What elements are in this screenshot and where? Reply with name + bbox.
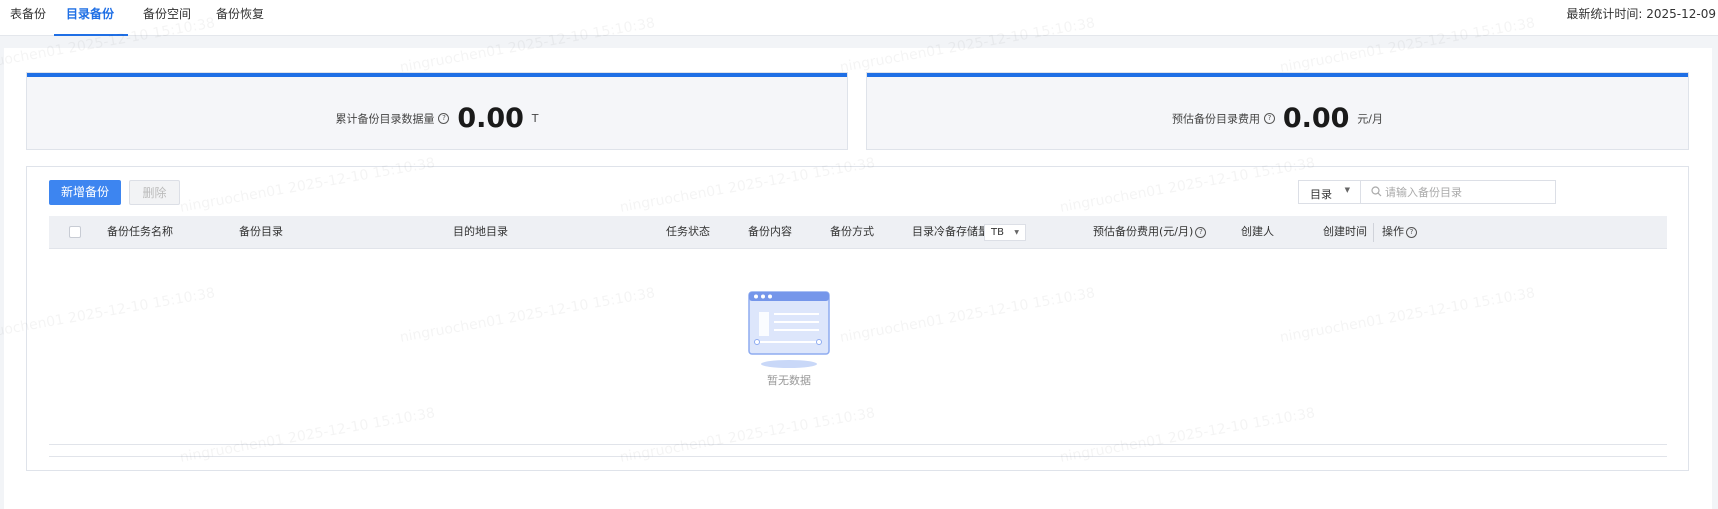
search-icon (1371, 186, 1382, 197)
backup-list-panel: 新增备份 删除 目录 ▼ 备份任务名称 备份目录 目的地目录 任务状态 备份内容… (26, 166, 1689, 471)
column-backup-dir: 备份目录 (239, 225, 283, 238)
table-header: 备份任务名称 备份目录 目的地目录 任务状态 备份内容 备份方式 目录冷备存储量… (49, 216, 1667, 249)
column-estimated-fee-label: 预估备份费用(元/月) (1093, 225, 1194, 238)
tab-backup-space[interactable]: 备份空间 (143, 0, 191, 36)
column-backup-content: 备份内容 (748, 225, 792, 238)
tab-backup-restore[interactable]: 备份恢复 (216, 0, 264, 36)
help-icon[interactable]: ? (1264, 113, 1275, 124)
column-task-name: 备份任务名称 (107, 225, 173, 238)
storage-unit-select[interactable]: TB ▼ (984, 224, 1026, 241)
horizontal-scrollbar[interactable] (49, 456, 1667, 457)
estimated-cost-label: 预估备份目录费用 (1172, 112, 1260, 126)
estimated-cost-card: 预估备份目录费用? 0.00 元/月 (866, 72, 1689, 150)
tab-table-backup[interactable]: 表备份 (10, 0, 46, 36)
tab-directory-backup[interactable]: 目录备份 (53, 0, 129, 36)
empty-text: 暂无数据 (767, 374, 811, 387)
total-data-label: 累计备份目录数据量 (335, 112, 435, 126)
column-cold-storage: 目录冷备存储量 (912, 225, 989, 238)
total-data-unit: T (531, 112, 539, 125)
filter-type-select[interactable]: 目录 ▼ (1298, 180, 1361, 204)
empty-data-icon (748, 291, 830, 368)
column-backup-method: 备份方式 (830, 225, 874, 238)
total-data-card: 累计备份目录数据量? 0.00 T (26, 72, 848, 150)
column-creator: 创建人 (1241, 225, 1274, 238)
estimated-cost-value: 0.00 (1282, 103, 1350, 134)
column-actions: 操作? (1382, 216, 1417, 247)
help-icon[interactable]: ? (1406, 226, 1417, 238)
help-icon[interactable]: ? (1195, 226, 1207, 238)
add-backup-button[interactable]: 新增备份 (49, 180, 121, 205)
help-icon[interactable]: ? (438, 113, 450, 124)
column-destination-dir: 目的地目录 (453, 225, 508, 238)
column-task-status: 任务状态 (666, 225, 710, 238)
total-data-value: 0.00 (457, 103, 524, 134)
caret-down-icon: ▼ (1344, 186, 1350, 194)
column-estimated-fee: 预估备份费用(元/月)? (1093, 216, 1207, 247)
estimated-cost-unit: 元/月 (1357, 112, 1383, 126)
main-content: 累计备份目录数据量? 0.00 T 预估备份目录费用? 0.00 元/月 新增备… (4, 48, 1712, 509)
storage-unit-value: TB (991, 227, 1004, 238)
card-accent-bar (27, 73, 847, 77)
stat-time: 最新统计时间: 2025-12-09 (1566, 7, 1716, 21)
select-all-checkbox[interactable] (69, 226, 81, 238)
table-bottom-border (49, 444, 1667, 445)
column-actions-label: 操作 (1382, 225, 1404, 238)
search-input[interactable] (1360, 180, 1556, 204)
filter-type-value: 目录 (1310, 188, 1332, 201)
caret-down-icon: ▼ (1014, 229, 1019, 236)
empty-state: 暂无数据 (747, 290, 831, 387)
top-nav: 表备份 目录备份 备份空间 备份恢复 最新统计时间: 2025-12-09 (0, 0, 1718, 36)
card-accent-bar (867, 73, 1688, 77)
column-divider[interactable] (1373, 223, 1374, 242)
column-create-time: 创建时间 (1323, 225, 1367, 238)
delete-button[interactable]: 删除 (129, 180, 180, 205)
